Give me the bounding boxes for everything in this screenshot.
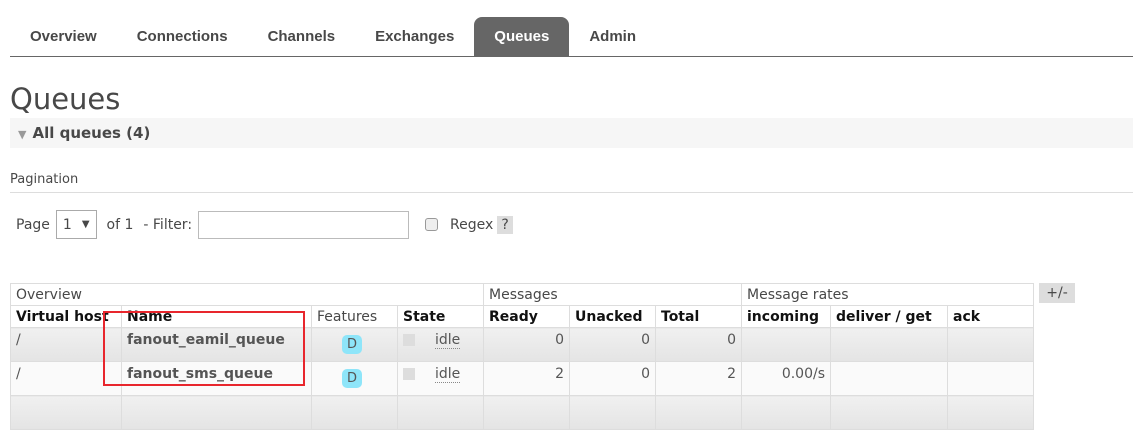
empty-cell [311,395,398,430]
queue-name-link[interactable]: fanout_eamil_queue [121,327,312,362]
col-virtual-host[interactable]: Virtual host [10,305,122,328]
section-title: All queues (4) [32,124,151,142]
page-value: 1 [62,216,72,233]
col-unacked[interactable]: Unacked [569,305,656,328]
empty-cell [655,395,742,430]
features-cell: D [311,361,398,396]
tab-channels[interactable]: Channels [248,17,356,56]
group-message-rates: Message rates [741,283,1034,306]
regex-checkbox[interactable] [425,218,439,231]
queues-table: Overview Messages Message rates Virtual … [10,283,1034,430]
queue-name-link[interactable]: fanout_sms_queue [121,361,312,396]
col-total[interactable]: Total [655,305,742,328]
ready-cell: 2 [483,361,570,396]
triangle-down-icon: ▼ [18,128,27,141]
unacked-cell: 0 [569,361,656,396]
state-indicator-icon [403,334,415,346]
empty-cell [569,395,656,430]
empty-cell [121,395,312,430]
table-row[interactable]: / fanout_eamil_queue D idle 0 0 0 [10,327,1034,362]
group-overview: Overview [10,283,484,306]
tab-queues[interactable]: Queues [474,17,570,56]
regex-label: Regex [450,216,494,233]
of-pages-label: of 1 [106,216,134,233]
empty-cell [10,395,122,430]
group-messages: Messages [483,283,742,306]
empty-cell [947,395,1034,430]
total-cell: 0 [655,327,742,362]
incoming-cell: 0.00/s [741,361,831,396]
page-title: Queues [10,82,121,116]
pagination-heading: Pagination [10,172,1133,193]
pagination-row: Page 1 ▼ of 1 - Filter: Regex ? [16,210,513,239]
page-select[interactable]: 1 ▼ [55,210,97,239]
filter-input[interactable] [198,210,410,239]
empty-cell [741,395,831,430]
vhost-cell: / [10,361,122,396]
col-name[interactable]: Name [121,305,312,328]
state-cell: idle [397,327,484,362]
col-features: Features [311,305,398,328]
table-row[interactable]: / fanout_sms_queue D idle 2 0 2 0.00/s [10,361,1034,396]
ready-cell: 0 [483,327,570,362]
total-cell: 2 [655,361,742,396]
deliver-cell [830,327,948,362]
all-queues-toggle[interactable]: ▼ All queues (4) [10,118,1133,148]
filter-label: - Filter: [143,216,193,233]
regex-help-button[interactable]: ? [497,215,513,234]
col-deliver-get[interactable]: deliver / get [830,305,948,328]
col-ready[interactable]: Ready [483,305,570,328]
vhost-cell: / [10,327,122,362]
state-label: idle [435,366,461,383]
table-row[interactable] [10,395,1034,430]
col-ack[interactable]: ack [947,305,1034,328]
ack-cell [947,327,1034,362]
col-state[interactable]: State [397,305,484,328]
empty-cell [830,395,948,430]
tab-admin[interactable]: Admin [569,17,656,56]
tab-overview[interactable]: Overview [10,17,117,56]
dropdown-arrow-icon: ▼ [81,219,90,230]
state-label: idle [435,332,461,349]
state-cell: idle [397,361,484,396]
main-nav: Overview Connections Channels Exchanges … [10,17,1133,57]
ack-cell [947,361,1034,396]
col-incoming[interactable]: incoming [741,305,831,328]
deliver-cell [830,361,948,396]
tab-connections[interactable]: Connections [117,17,248,56]
incoming-cell [741,327,831,362]
features-cell: D [311,327,398,362]
page-label: Page [16,216,50,233]
unacked-cell: 0 [569,327,656,362]
empty-cell [483,395,570,430]
state-indicator-icon [403,368,415,380]
durable-badge: D [342,335,363,354]
empty-cell [397,395,484,430]
column-toggle-button[interactable]: +/- [1039,283,1075,303]
durable-badge: D [342,369,363,388]
tab-exchanges[interactable]: Exchanges [355,17,474,56]
